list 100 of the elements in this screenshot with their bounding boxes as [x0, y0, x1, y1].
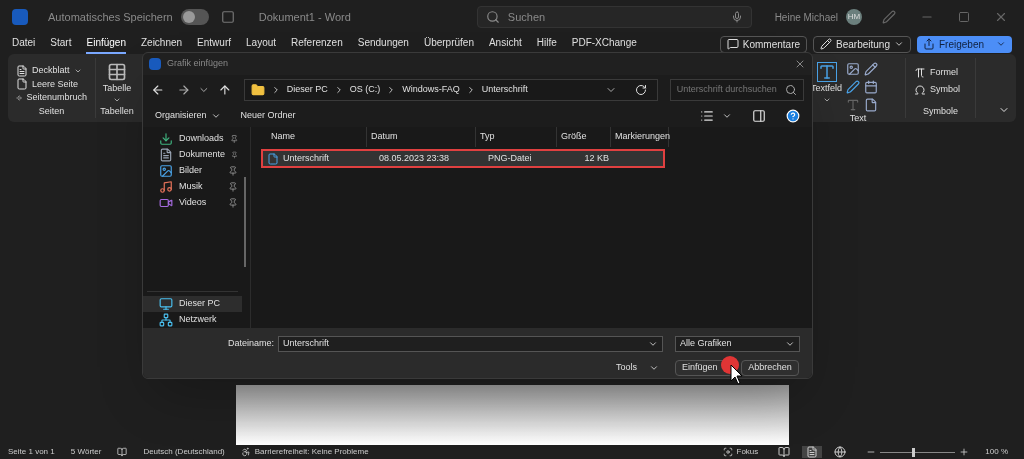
tools-button[interactable]: Tools	[616, 361, 659, 375]
organize-button[interactable]: Organisieren	[155, 109, 221, 123]
user-name: Heine Michael	[774, 10, 838, 25]
breadcrumb-item[interactable]: OS (C:)	[349, 83, 381, 97]
nav-item[interactable]: Netzwerk	[143, 312, 242, 328]
menu-tab[interactable]: Layout	[246, 34, 277, 54]
date-time-icon[interactable]	[864, 80, 879, 94]
menu-tab[interactable]: Ansicht	[488, 34, 522, 54]
menu-tab[interactable]: Referenzen	[291, 34, 343, 54]
view-button[interactable]	[802, 446, 823, 458]
search-icon	[485, 10, 500, 24]
zoom-level: 100 %	[985, 446, 1008, 458]
ribbon-command[interactable]: Symbol	[914, 81, 967, 98]
menu-tab[interactable]: Sendungen	[357, 34, 409, 54]
nav-item[interactable]: Downloads	[143, 131, 242, 147]
refresh-icon[interactable]	[634, 84, 647, 96]
menu-tab[interactable]: Start	[50, 34, 72, 54]
save-icon[interactable]	[220, 10, 235, 24]
nav-item[interactable]: Bilder	[143, 163, 242, 179]
maximize-icon[interactable]	[958, 11, 970, 23]
forward-icon[interactable]	[176, 83, 191, 97]
column-header[interactable]: Markierungen	[611, 127, 669, 147]
group-label: Seiten	[37, 104, 66, 118]
zoom-in-icon[interactable]	[959, 447, 970, 457]
wordart-icon[interactable]	[846, 80, 861, 94]
ribbon-command[interactable]: Seitenumbruch	[16, 91, 87, 105]
nav-item[interactable]: Dokumente	[143, 147, 242, 163]
ribbon-command[interactable]: Deckblatt	[16, 64, 87, 78]
pencil-icon	[820, 38, 833, 50]
proofing-icon[interactable]	[117, 447, 128, 457]
back-icon[interactable]	[151, 83, 165, 97]
comment-icon	[726, 38, 739, 50]
group-label: Text	[848, 112, 868, 125]
column-header[interactable]: Größe	[557, 127, 611, 147]
column-header[interactable]: Typ	[476, 127, 557, 147]
zoom-thumb[interactable]	[911, 447, 915, 457]
new-folder-button[interactable]: Neuer Ordner	[240, 109, 296, 123]
autosave-label: Automatisches Speichern	[48, 9, 173, 25]
editing-button[interactable]: Bearbeitung	[813, 35, 911, 53]
autosave-toggle[interactable]	[180, 9, 209, 25]
computer-icon	[159, 297, 173, 311]
document-icon	[159, 148, 173, 162]
menu-tab[interactable]: Entwurf	[197, 34, 231, 54]
menu-tab[interactable]: Hilfe	[536, 34, 557, 54]
menu-tab[interactable]: PDF-XChange	[571, 34, 637, 54]
address-bar[interactable]: Dieser PC OS (C:) Windows-FAQ Unterschrift	[243, 79, 658, 101]
preview-pane-icon[interactable]	[752, 109, 766, 123]
caret-icon	[785, 339, 795, 349]
textbox-button[interactable]: Textfeld	[811, 62, 843, 112]
language-label: Deutsch (Deutschland)	[143, 446, 225, 458]
caret-icon	[210, 111, 221, 121]
ribbon-command[interactable]: Formel	[914, 64, 967, 81]
drop-cap-icon	[846, 98, 861, 112]
pen-icon[interactable]	[882, 10, 896, 24]
file-type: PNG-Datei	[488, 151, 533, 165]
ribbon-command[interactable]: Leere Seite	[16, 77, 87, 91]
search-field[interactable]: Suchen	[476, 6, 752, 28]
signature-line-icon[interactable]	[864, 62, 879, 76]
object-icon[interactable]	[864, 98, 879, 112]
focus-icon	[722, 447, 733, 457]
table-icon	[107, 62, 127, 82]
breadcrumb-item[interactable]: Windows-FAQ	[402, 83, 460, 97]
help-icon[interactable]	[786, 109, 800, 123]
search-field[interactable]: Unterschrift durchsuchen	[669, 79, 804, 101]
dialog-title: Grafik einfügen	[167, 57, 229, 71]
cover-page-icon	[16, 64, 28, 77]
download-icon	[159, 132, 173, 146]
nav-item[interactable]: Musik	[143, 179, 242, 195]
menu-tab[interactable]: Datei	[12, 34, 36, 54]
file-type-dropdown[interactable]: Alle Grafiken	[674, 336, 800, 352]
table-button[interactable]: Tabelle	[102, 62, 132, 104]
filename-field[interactable]: Unterschrift	[278, 336, 663, 352]
microphone-icon[interactable]	[730, 11, 743, 23]
nav-item[interactable]: Dieser PC	[143, 296, 242, 312]
read-mode-icon	[778, 446, 791, 458]
caret-icon	[996, 39, 1006, 49]
print-layout-icon	[806, 446, 819, 458]
close-icon[interactable]	[794, 58, 806, 70]
breadcrumb-item[interactable]: Dieser PC	[286, 83, 328, 97]
filename-label: Dateiname:	[228, 337, 275, 351]
caret-icon	[893, 39, 904, 49]
group-label: Symbole	[922, 104, 959, 118]
cancel-button[interactable]: Abbrechen	[741, 360, 799, 376]
caret-icon[interactable]	[722, 111, 732, 121]
menu-tab[interactable]: Zeichnen	[140, 34, 183, 54]
up-icon[interactable]	[218, 83, 232, 97]
breadcrumb-item[interactable]: Unterschrift	[481, 83, 528, 97]
column-header[interactable]: Name	[267, 127, 367, 147]
accessibility-status: Barrierefreiheit: Keine Probleme	[254, 446, 369, 458]
close-icon[interactable]	[994, 10, 1008, 24]
menu-tab[interactable]: Überprüfen	[423, 34, 474, 54]
view-options-icon[interactable]	[700, 109, 714, 123]
nav-item[interactable]: Videos	[143, 195, 242, 211]
focus-button[interactable]: Fokus	[736, 446, 759, 458]
cursor-icon	[730, 364, 744, 386]
file-row[interactable]: Unterschrift 08.05.2023 23:38 PNG-Datei 12 KB	[263, 151, 663, 166]
textbox-icon	[816, 62, 837, 82]
column-header[interactable]: Datum	[367, 127, 476, 147]
quick-parts-icon[interactable]	[846, 62, 861, 76]
share-button[interactable]: Freigeben	[916, 35, 1012, 53]
